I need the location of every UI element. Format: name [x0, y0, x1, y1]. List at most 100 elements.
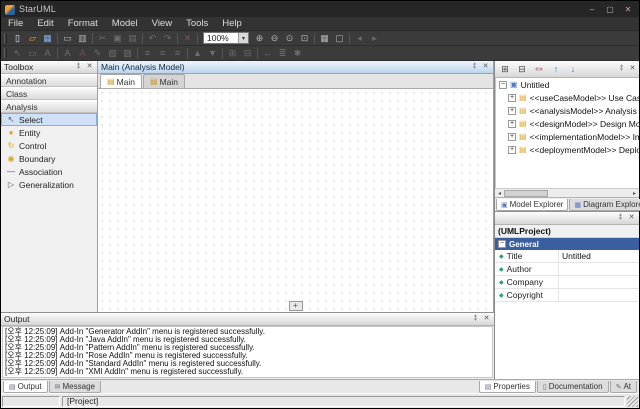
close-icon[interactable]: ✕ [85, 62, 94, 72]
toolbox-section-class[interactable]: Class [1, 87, 97, 100]
scroll-left-icon[interactable]: ◂ [495, 190, 504, 197]
close-button[interactable]: ✕ [619, 3, 637, 16]
zoom-combobox[interactable]: 100% ▾ [203, 32, 249, 44]
save-icon[interactable]: ▦ [40, 32, 55, 45]
toolbar-grip[interactable] [4, 48, 7, 58]
zoom-actual-icon[interactable]: ⊙ [282, 32, 297, 45]
expand-toggle[interactable]: + [508, 145, 516, 154]
tool-entity[interactable]: ● Entity [1, 126, 97, 139]
menu-model[interactable]: Model [105, 17, 145, 30]
tab-model-explorer[interactable]: ▣ Model Explorer [496, 199, 569, 211]
text-icon[interactable]: A [40, 47, 55, 60]
font-color-icon[interactable]: A [75, 47, 90, 60]
property-value-field[interactable] [559, 276, 639, 288]
scrollbar-thumb[interactable] [504, 189, 548, 197]
pin-icon[interactable]: ‡ [471, 314, 480, 324]
auto-layout-icon[interactable]: ≣ [275, 47, 290, 60]
print-icon[interactable]: ▭ [60, 32, 75, 45]
grid-icon[interactable]: ▦ [317, 32, 332, 45]
pin-icon[interactable]: ‡ [616, 213, 625, 223]
expand-toggle[interactable]: + [508, 132, 516, 141]
undo-icon[interactable]: ↶ [145, 32, 160, 45]
menu-format[interactable]: Format [61, 17, 105, 30]
redo-icon[interactable]: ↷ [160, 32, 175, 45]
close-icon[interactable]: ✕ [627, 213, 636, 223]
open-icon[interactable]: ▱ [25, 32, 40, 45]
tree-item-project[interactable]: − ▣ Untitled [496, 78, 639, 91]
expand-toggle[interactable]: + [508, 106, 516, 115]
toolbar-grip[interactable] [4, 33, 7, 43]
resize-grip[interactable] [627, 395, 638, 407]
close-icon[interactable]: ✕ [628, 64, 637, 74]
tab-documentation[interactable]: ▯ Documentation [536, 381, 609, 393]
tool-select[interactable]: ↖ Select [1, 113, 97, 126]
pin-icon[interactable]: ‡ [74, 62, 83, 72]
next-diagram-icon[interactable]: ▸ [367, 32, 382, 45]
tool-generalization[interactable]: ▷ Generalization [1, 178, 97, 191]
tab-attachments[interactable]: ✎ At [609, 381, 637, 393]
paste-icon[interactable]: ▤ [125, 32, 140, 45]
send-to-back-icon[interactable]: ▼ [205, 47, 220, 60]
close-icon[interactable]: ✕ [481, 62, 490, 72]
tree-item-design-model[interactable]: + ▤ <<designModel>> Design Model [496, 117, 639, 130]
maximize-button[interactable]: ▢ [601, 3, 619, 16]
expand-toggle[interactable]: + [508, 93, 516, 102]
expand-toggle[interactable]: − [499, 80, 507, 89]
tab-diagram-explorer[interactable]: ▦ Diagram Explorer [569, 199, 640, 211]
fill-color-icon[interactable]: ▨ [105, 47, 120, 60]
prev-diagram-icon[interactable]: ◂ [352, 32, 367, 45]
tab-output[interactable]: ▤ Output [3, 381, 48, 393]
tool-association[interactable]: — Association [1, 165, 97, 178]
shadow-icon[interactable]: ▧ [120, 47, 135, 60]
menu-file[interactable]: File [1, 17, 30, 30]
close-icon[interactable]: ✕ [482, 314, 491, 324]
horizontal-scrollbar[interactable]: ◂ ▸ [495, 188, 639, 197]
minimize-button[interactable]: – [583, 3, 601, 16]
pin-icon[interactable]: ‡ [617, 64, 626, 74]
properties-group-general[interactable]: − General [495, 238, 639, 250]
menu-tools[interactable]: Tools [179, 17, 215, 30]
align-center-icon[interactable]: ≡ [155, 47, 170, 60]
options-icon[interactable]: ✱ [290, 47, 305, 60]
zoom-in-icon[interactable]: ⊕ [252, 32, 267, 45]
toolbox-section-annotation[interactable]: Annotation [1, 74, 97, 87]
align-left-icon[interactable]: ≡ [140, 47, 155, 60]
expand-toggle[interactable]: − [498, 240, 506, 248]
tab-properties[interactable]: ▤ Properties [478, 381, 536, 393]
menu-help[interactable]: Help [215, 17, 249, 30]
tree-item-analysis-model[interactable]: + ▤ <<analysisModel>> Analysis Model [496, 104, 639, 117]
canvas-nav-button[interactable]: + [288, 301, 303, 311]
fit-size-icon[interactable]: ↔ [260, 47, 275, 60]
chevron-down-icon[interactable]: ▾ [238, 33, 248, 43]
diagram-tab-main-2[interactable]: ▤ Main [143, 74, 185, 88]
move-down-icon[interactable]: ↓ [565, 62, 581, 76]
new-icon[interactable]: ▯ [10, 32, 25, 45]
collapse-all-icon[interactable]: ⊟ [514, 62, 530, 76]
expand-toggle[interactable]: + [508, 119, 516, 128]
property-value-field[interactable] [559, 289, 639, 301]
tree-item-deployment-model[interactable]: + ▤ <<deploymentModel>> Deployment Model [496, 143, 639, 156]
align-right-icon[interactable]: ≡ [170, 47, 185, 60]
diagram-tab-main-1[interactable]: ▤ Main [100, 74, 142, 88]
pin-icon[interactable]: ‡ [470, 62, 479, 72]
zoom-fit-icon[interactable]: ⊡ [297, 32, 312, 45]
expand-all-icon[interactable]: ⊞ [497, 62, 513, 76]
group-icon[interactable]: ⊞ [225, 47, 240, 60]
ungroup-icon[interactable]: ⊟ [240, 47, 255, 60]
tree-item-implementation-model[interactable]: + ▤ <<implementationModel>> Implementati… [496, 130, 639, 143]
show-stereotype-icon[interactable]: «» [531, 62, 547, 76]
copy-icon[interactable]: ▣ [110, 32, 125, 45]
print-preview-icon[interactable]: ▥ [75, 32, 90, 45]
tab-message[interactable]: ✉ Message [48, 381, 101, 393]
tool-boundary[interactable]: ◉ Boundary [1, 152, 97, 165]
zoom-out-icon[interactable]: ⊖ [267, 32, 282, 45]
note-icon[interactable]: ▭ [25, 47, 40, 60]
scroll-right-icon[interactable]: ▸ [630, 190, 639, 197]
move-up-icon[interactable]: ↑ [548, 62, 564, 76]
diagram-canvas[interactable]: + [98, 89, 493, 312]
cut-icon[interactable]: ✂ [95, 32, 110, 45]
property-value-field[interactable]: Untitled [559, 250, 639, 262]
line-color-icon[interactable]: ✎ [90, 47, 105, 60]
select-pointer-icon[interactable]: ↖ [10, 47, 25, 60]
tool-control[interactable]: ↻ Control [1, 139, 97, 152]
